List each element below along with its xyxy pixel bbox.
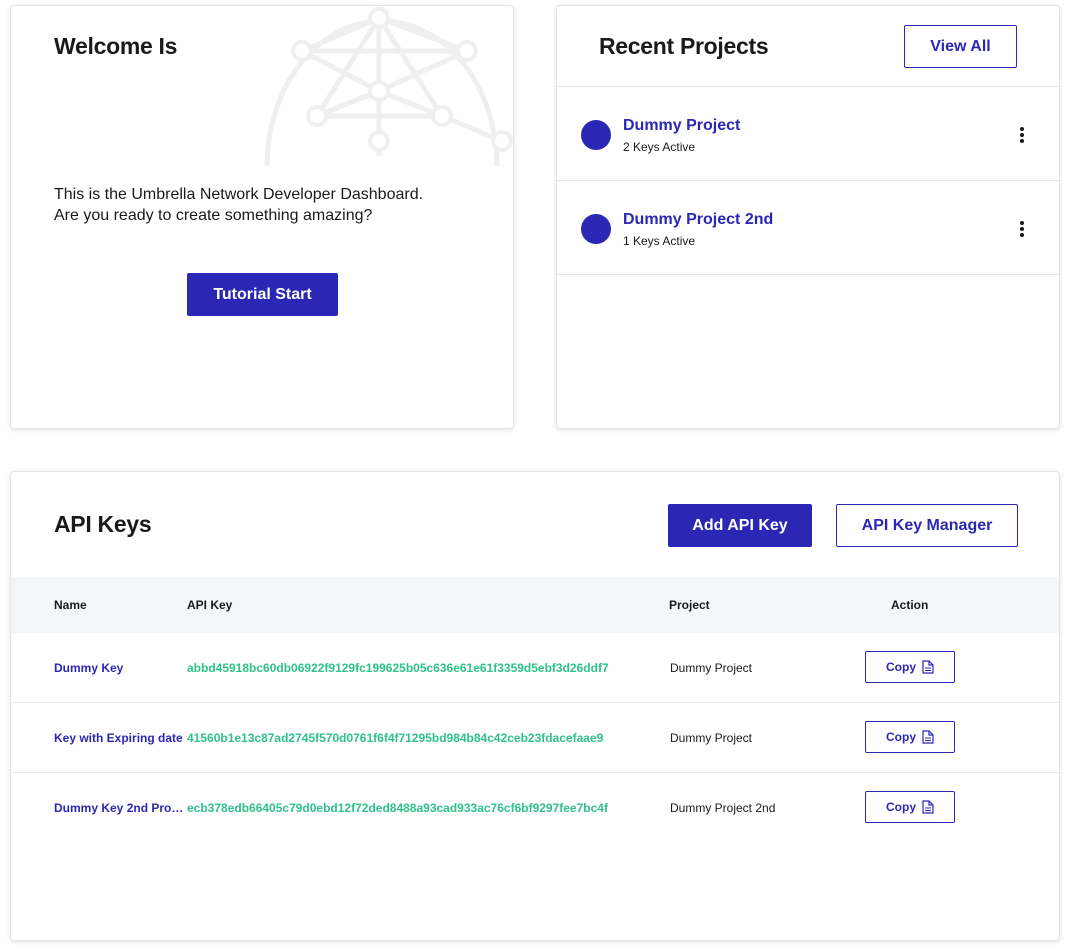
welcome-description-line2: Are you ready to create something amazin… bbox=[54, 207, 373, 224]
api-key-manager-button[interactable]: API Key Manager bbox=[836, 504, 1018, 547]
welcome-description: This is the Umbrella Network Developer D… bbox=[54, 184, 423, 226]
project-list-item[interactable]: Dummy Project 2nd 1 Keys Active bbox=[557, 181, 1059, 275]
key-project: Dummy Project 2nd bbox=[670, 801, 776, 815]
document-copy-icon bbox=[922, 800, 934, 814]
copy-button[interactable]: Copy bbox=[865, 651, 955, 683]
document-copy-icon bbox=[922, 730, 934, 744]
api-keys-title: API Keys bbox=[54, 511, 152, 537]
key-project: Dummy Project bbox=[670, 661, 753, 675]
key-name[interactable]: Dummy Key bbox=[54, 661, 184, 675]
add-api-key-button[interactable]: Add API Key bbox=[668, 504, 812, 547]
column-header-project: Project bbox=[669, 598, 710, 612]
copy-label: Copy bbox=[886, 800, 916, 814]
table-row: Dummy Key 2nd Project ecb378edb66405c79d… bbox=[11, 773, 1059, 843]
recent-projects-card: Recent Projects View All Dummy Project 2… bbox=[556, 5, 1060, 429]
view-all-button[interactable]: View All bbox=[904, 25, 1017, 68]
welcome-card: Welcome Is This is the Umbrella Network … bbox=[10, 5, 514, 429]
column-header-action: Action bbox=[891, 598, 929, 612]
key-value: 41560b1e13c87ad2745f570d0761f6f4f71295bd… bbox=[187, 731, 604, 745]
kebab-menu-icon[interactable] bbox=[1016, 219, 1028, 239]
api-keys-card: API Keys Add API Key API Key Manager Nam… bbox=[10, 471, 1060, 941]
key-name[interactable]: Dummy Key 2nd Project bbox=[54, 801, 184, 815]
project-name[interactable]: Dummy Project bbox=[623, 117, 740, 135]
table-row: Key with Expiring date 41560b1e13c87ad27… bbox=[11, 703, 1059, 773]
column-header-name: Name bbox=[54, 598, 87, 612]
recent-projects-title: Recent Projects bbox=[599, 33, 769, 59]
project-list-item[interactable]: Dummy Project 2 Keys Active bbox=[557, 87, 1059, 181]
network-globe-icon bbox=[264, 7, 513, 166]
table-row: Dummy Key abbd45918bc60db06922f9129fc199… bbox=[11, 633, 1059, 703]
key-value: ecb378edb66405c79d0ebd12f72ded8488a93cad… bbox=[187, 801, 608, 815]
key-name[interactable]: Key with Expiring date bbox=[54, 731, 184, 745]
welcome-title: Welcome Is bbox=[54, 33, 178, 59]
table-header: Name API Key Project Action bbox=[11, 577, 1059, 633]
key-value: abbd45918bc60db06922f9129fc199625b05c636… bbox=[187, 661, 609, 675]
document-copy-icon bbox=[922, 660, 934, 674]
welcome-description-line1: This is the Umbrella Network Developer D… bbox=[54, 186, 424, 203]
circle-avatar-icon bbox=[581, 214, 611, 244]
kebab-menu-icon[interactable] bbox=[1016, 125, 1028, 145]
project-keys-count: 1 Keys Active bbox=[623, 234, 696, 248]
copy-button[interactable]: Copy bbox=[865, 791, 955, 823]
column-header-api-key: API Key bbox=[187, 598, 233, 612]
copy-button[interactable]: Copy bbox=[865, 721, 955, 753]
project-keys-count: 2 Keys Active bbox=[623, 140, 696, 154]
project-name[interactable]: Dummy Project 2nd bbox=[623, 211, 773, 229]
tutorial-start-button[interactable]: Tutorial Start bbox=[187, 273, 338, 316]
copy-label: Copy bbox=[886, 660, 916, 674]
copy-label: Copy bbox=[886, 730, 916, 744]
key-project: Dummy Project bbox=[670, 731, 753, 745]
circle-avatar-icon bbox=[581, 120, 611, 150]
